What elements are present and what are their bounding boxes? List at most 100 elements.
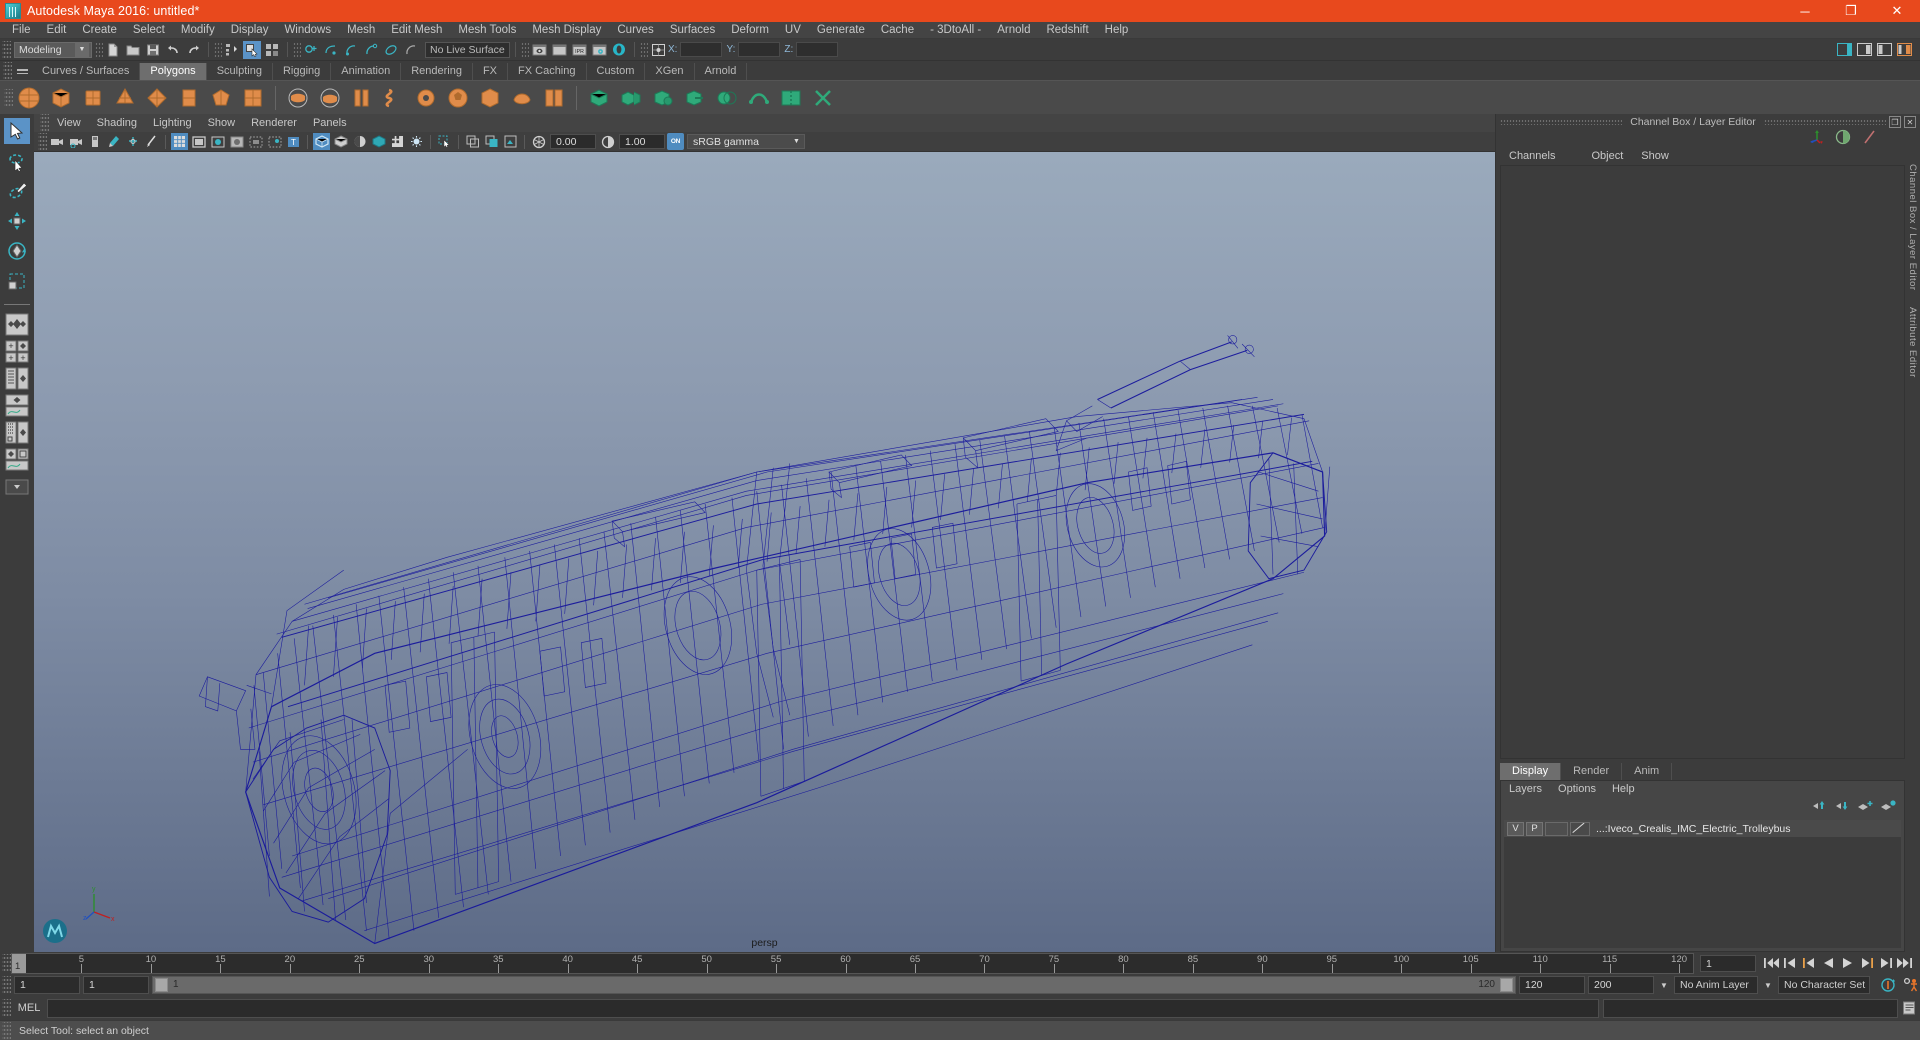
- exposure-icon[interactable]: [530, 133, 547, 150]
- animation-start-field[interactable]: 1: [14, 976, 80, 994]
- step-forward-keyframe-icon[interactable]: [1876, 954, 1895, 972]
- layer-tab-anim[interactable]: Anim: [1622, 763, 1673, 780]
- play-forwards-icon[interactable]: [1838, 954, 1857, 972]
- lasso-select-tool-button[interactable]: [4, 148, 30, 174]
- layout-persp-outliner-graph-button[interactable]: [4, 448, 30, 472]
- new-layer-icon[interactable]: [1857, 799, 1873, 817]
- film-origin-icon[interactable]: [247, 133, 264, 150]
- viewport-menu-view[interactable]: View: [49, 114, 89, 132]
- attribute-editor-toggle-icon[interactable]: [1855, 41, 1873, 59]
- channel-box-list[interactable]: [1500, 165, 1905, 759]
- channelbox-menu-object[interactable]: Object: [1582, 148, 1632, 165]
- hypershade-icon[interactable]: [610, 41, 628, 59]
- help-line-grip[interactable]: [2, 1021, 11, 1040]
- ipr-render-icon[interactable]: IPR: [570, 41, 588, 59]
- poly-spherical-harmonics-icon[interactable]: [509, 85, 535, 111]
- two-d-pan-zoom-icon[interactable]: [143, 133, 160, 150]
- menu-mesh-tools[interactable]: Mesh Tools: [450, 22, 524, 39]
- exposure-field[interactable]: 0.00: [550, 134, 596, 149]
- poly-cone-icon[interactable]: [112, 85, 138, 111]
- shelf-tab-custom[interactable]: Custom: [586, 63, 646, 80]
- poly-pyramid-icon[interactable]: [285, 85, 311, 111]
- shelf-grip[interactable]: [3, 62, 12, 80]
- menu-arnold[interactable]: Arnold: [989, 22, 1038, 39]
- snap-projected-center-icon[interactable]: [362, 41, 380, 59]
- redo-icon[interactable]: [184, 41, 202, 59]
- poly-soccerball-icon[interactable]: [445, 85, 471, 111]
- anim-layer-field[interactable]: No Anim Layer: [1674, 976, 1758, 994]
- poly-sphere-icon[interactable]: [16, 85, 42, 111]
- script-editor-icon[interactable]: [1898, 999, 1920, 1018]
- gamma-icon[interactable]: [599, 133, 616, 150]
- booleans-difference-icon[interactable]: [682, 85, 708, 111]
- show-manipulators-icon[interactable]: [1809, 129, 1825, 150]
- select-camera-icon[interactable]: [48, 133, 65, 150]
- snap-curve-icon[interactable]: [322, 41, 340, 59]
- shelf-tab-animation[interactable]: Animation: [331, 63, 402, 80]
- channelbox-menu-channels[interactable]: Channels: [1500, 148, 1564, 165]
- menu-mesh[interactable]: Mesh: [339, 22, 383, 39]
- layer-type-field[interactable]: [1545, 821, 1568, 836]
- panel-drag-dots[interactable]: [1500, 119, 1623, 125]
- channelbox-menu-show[interactable]: Show: [1632, 148, 1678, 165]
- lock-camera-icon[interactable]: [67, 133, 84, 150]
- booleans-intersection-icon[interactable]: [714, 85, 740, 111]
- color-profile-dropdown[interactable]: sRGB gamma ▼: [687, 134, 805, 149]
- menuset-selector[interactable]: Modeling ▼: [14, 41, 92, 58]
- sidetab-channel-box-layer-editor[interactable]: Channel Box / Layer Editor: [1907, 164, 1918, 291]
- menu-select[interactable]: Select: [125, 22, 173, 39]
- play-backwards-icon[interactable]: [1819, 954, 1838, 972]
- combine-icon[interactable]: [586, 85, 612, 111]
- select-component-icon[interactable]: [263, 41, 281, 59]
- poly-helix-icon[interactable]: [381, 85, 407, 111]
- open-scene-icon[interactable]: [124, 41, 142, 59]
- booleans-union-icon[interactable]: [650, 85, 676, 111]
- layout-hypershade-persp-button[interactable]: [4, 421, 30, 445]
- menu-create[interactable]: Create: [74, 22, 125, 39]
- time-slider-grip[interactable]: [2, 954, 11, 972]
- layout-persp-graph-button[interactable]: [4, 394, 30, 418]
- menu-help[interactable]: Help: [1097, 22, 1137, 39]
- menu-deform[interactable]: Deform: [723, 22, 777, 39]
- viewport-menu-show[interactable]: Show: [200, 114, 244, 132]
- make-live-icon[interactable]: [382, 41, 400, 59]
- mirror-geometry-icon[interactable]: [778, 85, 804, 111]
- grid-toggle-icon[interactable]: [171, 133, 188, 150]
- menu-cache[interactable]: Cache: [873, 22, 922, 39]
- viewport-menu-panels[interactable]: Panels: [305, 114, 355, 132]
- viewport-toolbar-grip[interactable]: [38, 132, 47, 151]
- animation-preferences-icon[interactable]: [1901, 976, 1920, 994]
- script-language-label[interactable]: MEL: [11, 1002, 47, 1014]
- bookmark-icon[interactable]: [105, 133, 122, 150]
- poly-cube-icon[interactable]: [48, 85, 74, 111]
- layout-outliner-persp-button[interactable]: [4, 367, 30, 391]
- safe-action-icon[interactable]: [266, 133, 283, 150]
- snap-view-plane-icon[interactable]: [402, 41, 420, 59]
- auto-keyframe-icon[interactable]: [1879, 976, 1898, 994]
- step-back-frame-icon[interactable]: [1800, 954, 1819, 972]
- layer-menu-layers[interactable]: Layers: [1501, 781, 1550, 798]
- new-scene-icon[interactable]: [104, 41, 122, 59]
- render-region-icon[interactable]: [550, 41, 568, 59]
- move-layer-down-icon[interactable]: [1834, 799, 1850, 817]
- time-slider[interactable]: 1 5 10 15 20 25 30 35 40 45 50 55 60 65 70 75 80 85 90 95 1…: [11, 952, 1694, 974]
- new-layer-from-selected-icon[interactable]: [1880, 799, 1896, 817]
- step-forward-frame-icon[interactable]: [1857, 954, 1876, 972]
- viewport-menu-grip[interactable]: [40, 114, 49, 132]
- select-hierarchy-icon[interactable]: [223, 41, 241, 59]
- shelf-tab-arnold[interactable]: Arnold: [694, 63, 748, 80]
- shelf-tab-xgen[interactable]: XGen: [645, 63, 695, 80]
- range-bar[interactable]: 1 120: [152, 976, 1516, 994]
- shelf-tab-fx-caching[interactable]: FX Caching: [508, 63, 587, 80]
- resolution-gate-icon[interactable]: [209, 133, 226, 150]
- menu-redshift[interactable]: Redshift: [1038, 22, 1096, 39]
- gamma-field[interactable]: 1.00: [619, 134, 665, 149]
- command-line-grip[interactable]: [2, 999, 11, 1017]
- speed-slider-icon[interactable]: [1861, 129, 1877, 150]
- render-settings-icon[interactable]: [590, 41, 608, 59]
- viewport-snapshot-icon[interactable]: [483, 133, 500, 150]
- layout-more-button[interactable]: [4, 475, 30, 499]
- shelf-menu-icon[interactable]: [12, 63, 32, 80]
- chevron-down-icon[interactable]: ▼: [1657, 976, 1671, 994]
- layer-list[interactable]: V P ...:Iveco_Crealis_IMC_Electric_Troll…: [1504, 820, 1901, 948]
